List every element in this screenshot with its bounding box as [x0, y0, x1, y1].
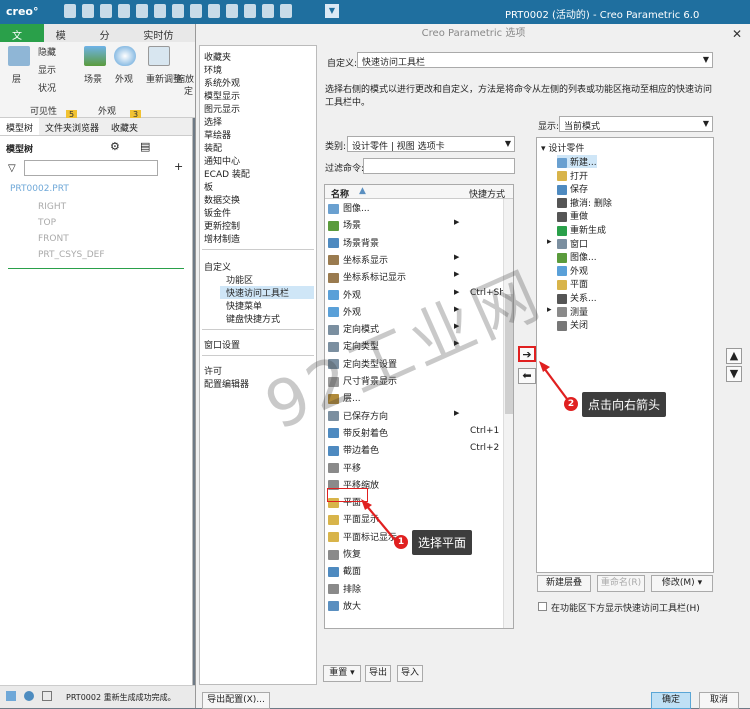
arrow-head-2 — [539, 361, 550, 372]
arrow-line-1 — [365, 504, 396, 541]
step-1-callout: 选择平面 — [412, 530, 473, 555]
annotation-arrows — [361, 361, 571, 541]
step-2-badge: 2 — [564, 397, 578, 411]
step-2-callout: 点击向右箭头 — [582, 392, 667, 417]
step-1-badge: 1 — [394, 535, 408, 549]
arrow-head-1 — [361, 499, 372, 510]
